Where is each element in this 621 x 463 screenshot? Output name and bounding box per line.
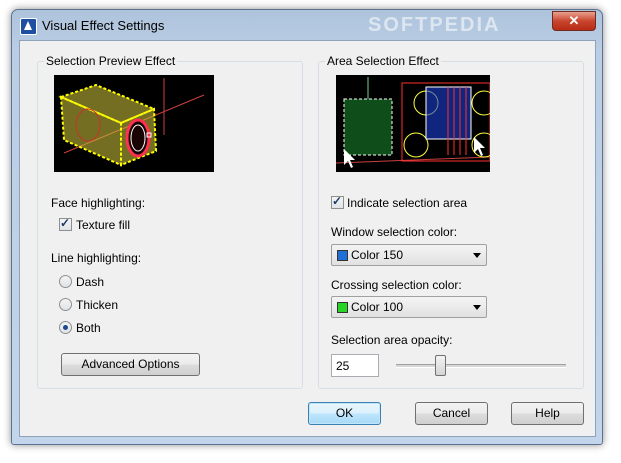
dash-radio[interactable]	[59, 275, 72, 288]
preview-box-graphic	[58, 78, 205, 167]
dialog-client: Selection Preview Effect Face highlighti…	[19, 40, 596, 437]
thicken-label[interactable]: Thicken	[76, 298, 118, 312]
selection-preview-image	[54, 75, 214, 172]
crossing-selection-color-label: Crossing selection color:	[331, 278, 462, 292]
ok-button[interactable]: OK	[308, 402, 381, 425]
selection-area-opacity-label: Selection area opacity:	[331, 333, 453, 347]
opacity-slider-track[interactable]	[396, 364, 566, 368]
title-bar[interactable]: Visual Effect Settings SOFTPEDIA ✕	[12, 10, 602, 40]
indicate-selection-area-checkbox[interactable]	[331, 194, 344, 209]
preview-group-label: Selection Preview Effect	[44, 54, 178, 68]
texture-fill-label[interactable]: Texture fill	[76, 218, 130, 232]
advanced-options-button[interactable]: Advanced Options	[61, 353, 200, 376]
face-highlighting-label: Face highlighting:	[51, 196, 146, 210]
help-button[interactable]: Help	[511, 402, 584, 425]
both-radio[interactable]	[59, 321, 72, 334]
window-title: Visual Effect Settings	[42, 18, 165, 33]
opacity-slider-thumb[interactable]	[435, 355, 446, 376]
area-selection-group-label: Area Selection Effect	[325, 54, 441, 68]
texture-fill-checkbox[interactable]	[59, 216, 72, 231]
window-selection-color-dropdown[interactable]: Color 150	[331, 244, 487, 266]
crossing-color-swatch	[337, 302, 348, 313]
autocad-logo-icon	[20, 18, 37, 35]
cancel-button[interactable]: Cancel	[415, 402, 488, 425]
window-color-swatch	[337, 250, 348, 261]
chevron-down-icon	[473, 305, 481, 310]
area-selection-preview-image	[335, 75, 497, 172]
crossing-selection-color-dropdown[interactable]: Color 100	[331, 296, 487, 318]
watermark: SOFTPEDIA	[368, 14, 501, 36]
chevron-down-icon	[473, 253, 481, 258]
dash-label[interactable]: Dash	[76, 275, 104, 289]
window-selection-color-label: Window selection color:	[331, 225, 458, 239]
area-preview-graphic	[335, 77, 497, 168]
crossing-color-value: Color 100	[351, 300, 404, 314]
window-color-value: Color 150	[351, 248, 404, 262]
close-button[interactable]: ✕	[552, 11, 596, 31]
both-label[interactable]: Both	[76, 321, 101, 335]
opacity-value: 25	[336, 359, 350, 373]
indicate-selection-area-label[interactable]: Indicate selection area	[347, 196, 467, 210]
thicken-radio[interactable]	[59, 298, 72, 311]
line-highlighting-label: Line highlighting:	[51, 251, 142, 265]
opacity-input[interactable]: 25	[331, 354, 379, 377]
dialog-window: Visual Effect Settings SOFTPEDIA ✕ Selec…	[11, 9, 603, 445]
